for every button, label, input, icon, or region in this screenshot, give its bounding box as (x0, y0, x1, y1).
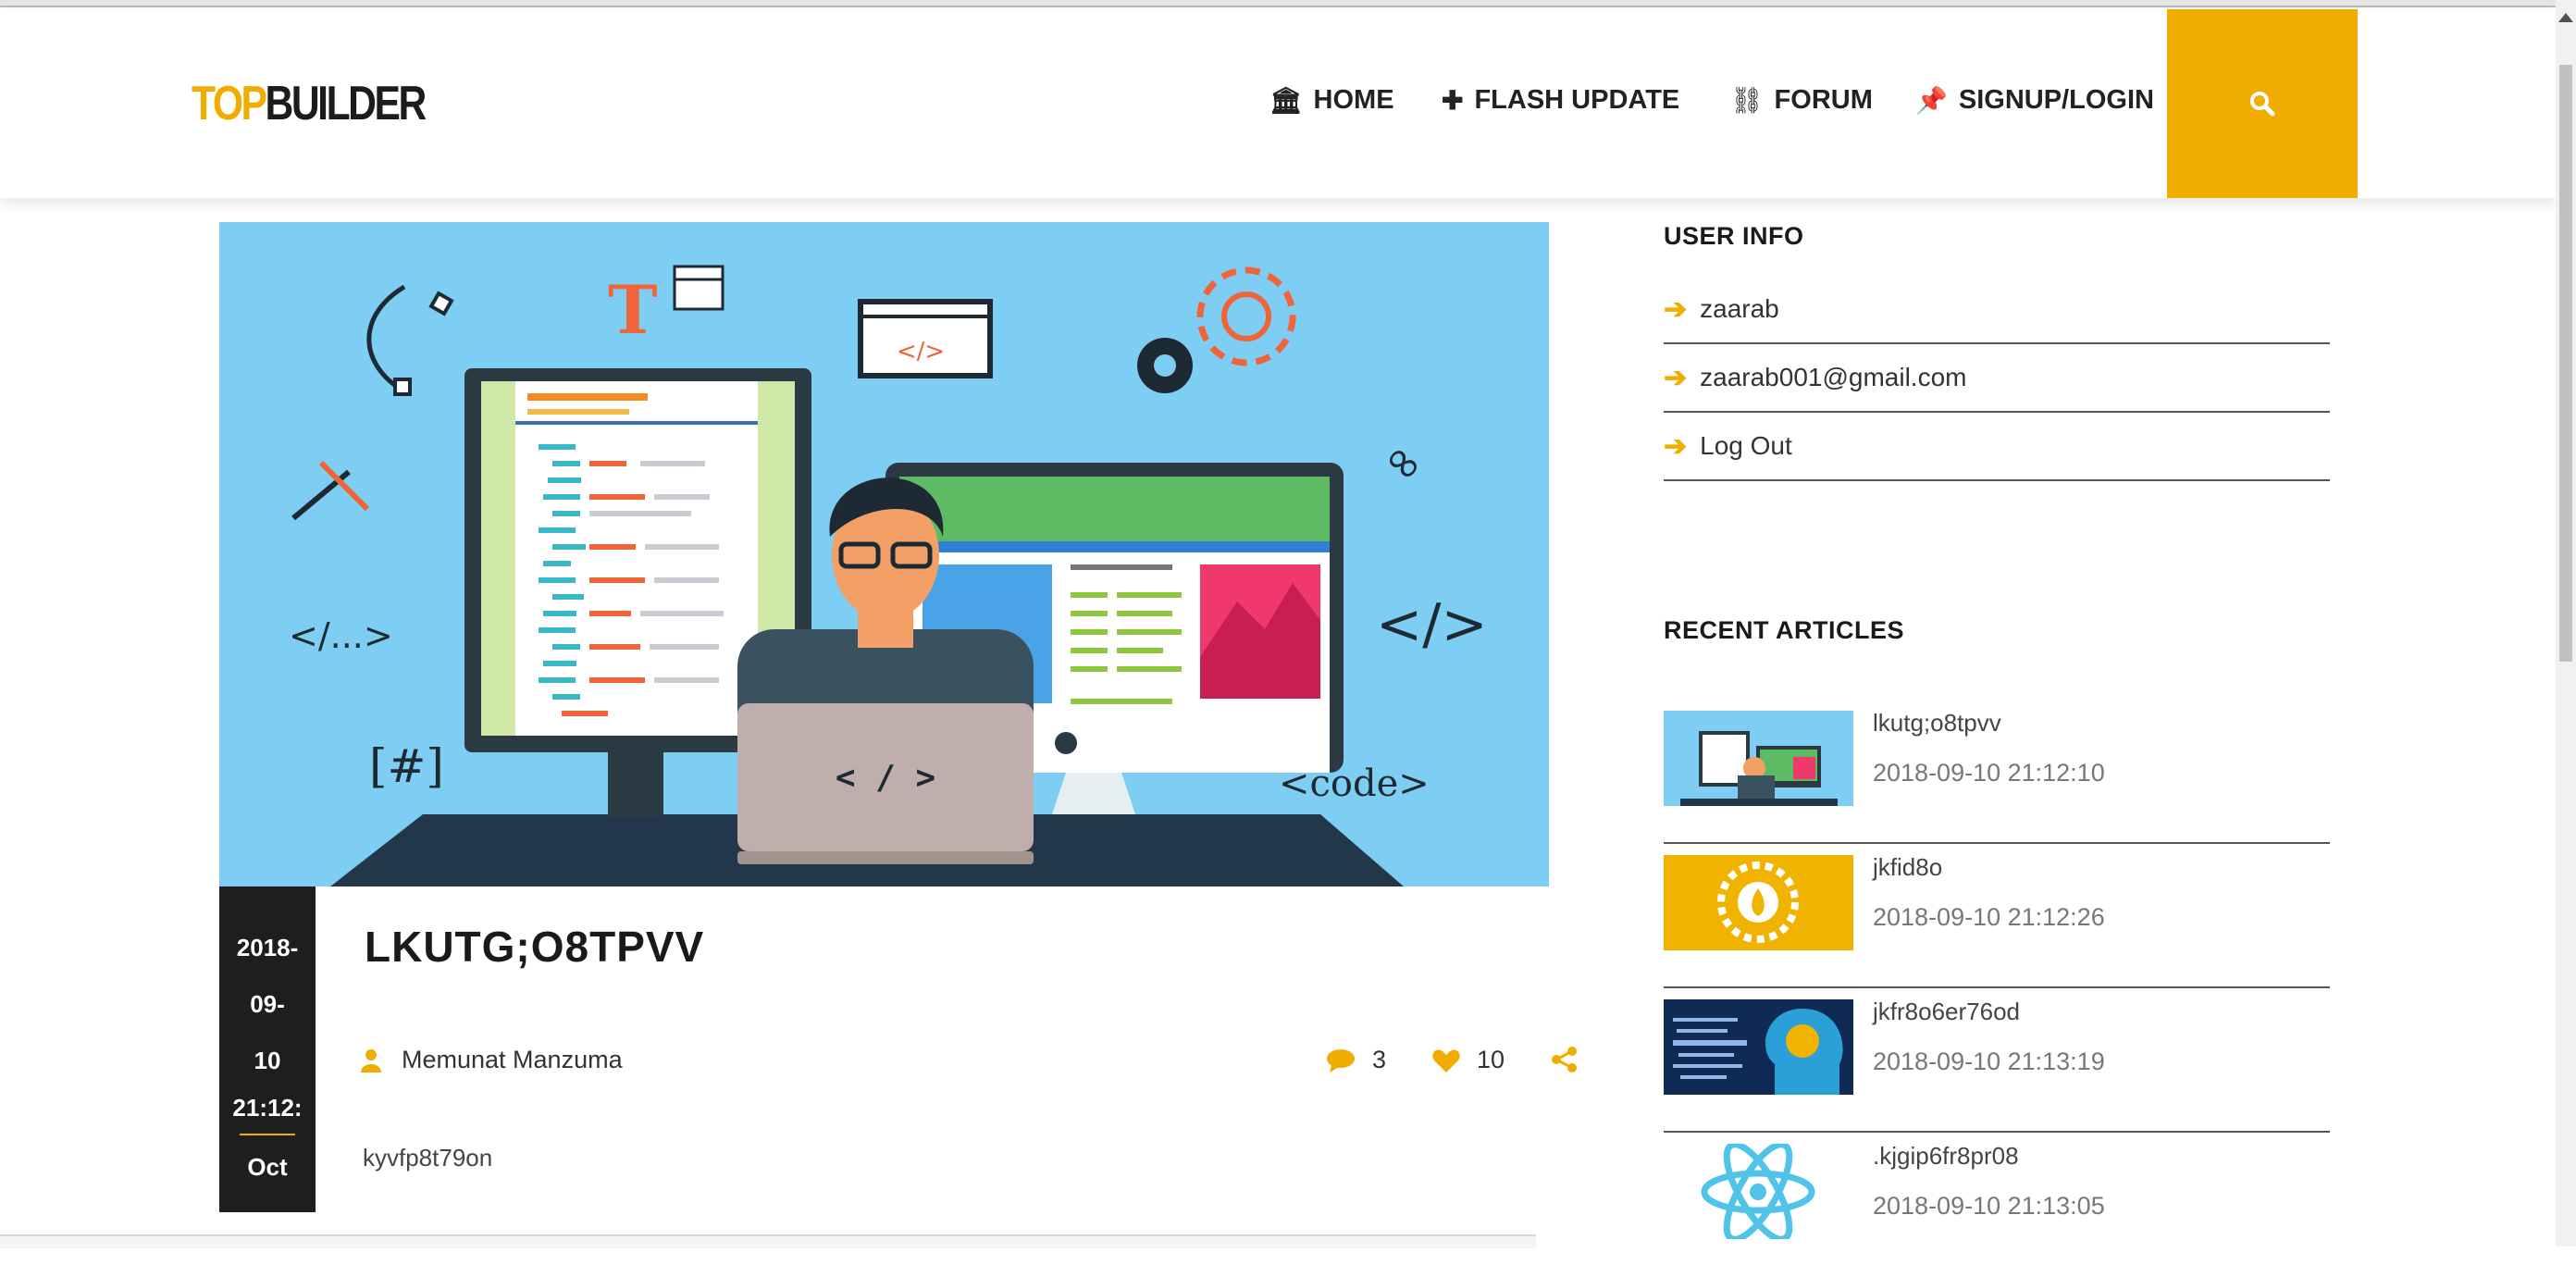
article-date: 2018-09-10 21:13:05 (1873, 1192, 2105, 1220)
scroll-up-arrow-icon[interactable] (2558, 13, 2573, 22)
pin-icon: 📌 (1915, 86, 1948, 115)
search-button[interactable] (2167, 9, 2358, 198)
hero-code-1: </...> (289, 615, 393, 656)
arrow-right-icon: ➔ (1664, 430, 1688, 462)
nav-signup-login[interactable]: 📌 SIGNUP/LOGIN (1915, 85, 2154, 116)
date-month-name: Oct (247, 1153, 288, 1181)
date-line-time: 21:12: (232, 1094, 303, 1122)
article-thumbnail[interactable] (1664, 999, 1853, 1095)
user-info-title: USER INFO (1664, 222, 1804, 250)
bank-icon: 🏛 (1269, 86, 1303, 115)
article-date: 2018-09-10 21:12:10 (1873, 759, 2105, 787)
recent-article-item[interactable]: lkutg;o8tpvv 2018-09-10 21:12:10 (1664, 700, 2330, 844)
logo-part-builder: BUILDER (265, 77, 427, 130)
logout-text: Log Out (1700, 431, 1792, 460)
post-excerpt: kyvfp8t79on (363, 1144, 493, 1172)
nav-home[interactable]: 🏛 HOME (1269, 85, 1394, 116)
like-count[interactable]: 10 (1432, 1046, 1505, 1074)
nav-flash-update-label: FLASH UPDATE (1474, 85, 1680, 115)
article-title[interactable]: lkutg;o8tpvv (1873, 709, 2001, 738)
post-title[interactable]: LKUTG;O8TPVV (365, 922, 704, 972)
date-line-month: 09- (250, 990, 285, 1018)
laptop-code-text: < / > (836, 759, 935, 797)
user-info-email[interactable]: ➔ zaarab001@gmail.com (1664, 344, 2330, 413)
link-icon: ⛓ (1730, 86, 1764, 115)
user-info-username[interactable]: ➔ zaarab (1664, 276, 2330, 344)
post-hero-image[interactable]: < / > T </> ∞ </...> </> [#] <code> (219, 222, 1549, 886)
comment-count-value: 3 (1372, 1046, 1387, 1073)
username-text: zaarab (1700, 294, 1779, 323)
scrollbar-thumb[interactable] (2559, 65, 2572, 662)
share-icon (1552, 1047, 1577, 1072)
post-date-badge: 2018- 09- 10 21:12: Oct (219, 886, 316, 1212)
recent-article-item[interactable]: jkfr8o6er76od 2018-09-10 21:13:19 (1664, 988, 2330, 1133)
like-count-value: 10 (1477, 1046, 1505, 1073)
article-thumbnail[interactable] (1664, 855, 1853, 950)
search-icon (2250, 92, 2275, 117)
arrow-right-icon: ➔ (1664, 362, 1688, 393)
date-line-year: 2018- (236, 934, 299, 961)
article-thumbnail[interactable] (1664, 711, 1853, 806)
date-line-day: 10 (254, 1047, 281, 1074)
recent-article-item[interactable]: jkfid8o 2018-09-10 21:12:26 (1664, 844, 2330, 988)
nav-forum-label: FORUM (1774, 85, 1873, 115)
hero-t-letter: T (608, 270, 658, 349)
post-author[interactable]: Memunat Manzuma (361, 1046, 623, 1074)
heart-icon (1432, 1048, 1460, 1072)
nav-forum[interactable]: ⛓ FORUM (1730, 85, 1873, 116)
hero-code-3: <code> (1279, 762, 1430, 805)
hero-code-2: </> (1376, 592, 1488, 657)
browser-top-edge (0, 0, 2576, 7)
article-title[interactable]: jkfr8o6er76od (1873, 998, 2020, 1026)
site-logo[interactable]: TOPBUILDER (192, 76, 427, 131)
logout-link[interactable]: ➔ Log Out (1664, 413, 2330, 481)
article-date: 2018-09-10 21:13:19 (1873, 1048, 2105, 1075)
hero-window-code: </> (897, 338, 945, 366)
date-separator (240, 1134, 295, 1135)
recent-articles-title: RECENT ARTICLES (1664, 616, 1905, 644)
nav-flash-update[interactable]: ✚ FLASH UPDATE (1442, 85, 1679, 116)
author-name: Memunat Manzuma (402, 1046, 623, 1073)
article-title[interactable]: jkfid8o (1873, 853, 1942, 882)
logo-part-top: TOP (192, 77, 267, 130)
arrow-right-icon: ➔ (1664, 293, 1688, 325)
comment-count[interactable]: 3 (1326, 1046, 1386, 1074)
nav-signup-login-label: SIGNUP/LOGIN (1958, 85, 2154, 115)
comment-icon (1327, 1048, 1355, 1072)
article-date: 2018-09-10 21:12:26 (1873, 903, 2105, 931)
nav-home-label: HOME (1313, 85, 1394, 115)
user-icon (361, 1048, 381, 1072)
svg-text:∞: ∞ (1372, 429, 1436, 495)
plus-icon: ✚ (1442, 86, 1464, 115)
email-text: zaarab001@gmail.com (1700, 363, 1967, 391)
hero-hash: [#] (369, 739, 444, 793)
share-button[interactable] (1551, 1046, 1579, 1073)
recent-article-item[interactable]: .kjgip6fr8pr08 2018-09-10 21:13:05 (1664, 1133, 2330, 1277)
article-title[interactable]: .kjgip6fr8pr08 (1873, 1142, 2019, 1171)
article-thumbnail[interactable] (1664, 1144, 1853, 1239)
developer-illustration: < / > T </> ∞ </...> </> [#] <code> (289, 265, 1488, 886)
